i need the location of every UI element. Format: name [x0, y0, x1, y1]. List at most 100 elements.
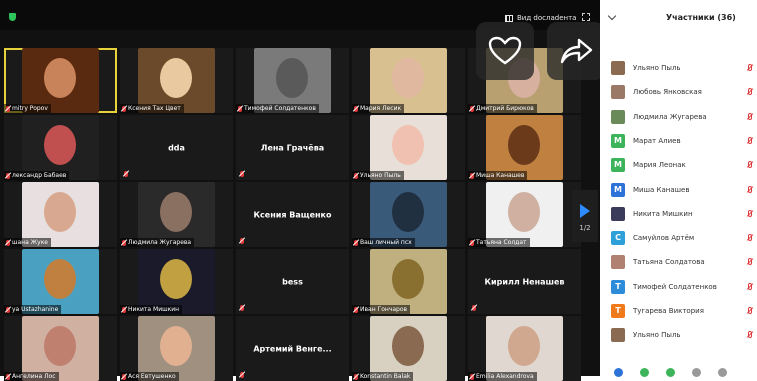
avatar: C [611, 231, 625, 246]
tile-name: Кирилл Ненашев [484, 277, 565, 286]
video-tile[interactable]: Ася Евтушенко [120, 316, 233, 381]
mic-muted-icon [122, 105, 126, 112]
tile-label-text: Ангелина Лос [12, 373, 56, 380]
video-tile[interactable]: Тимофей Солдатенков [236, 48, 349, 113]
mic-muted-icon [748, 88, 752, 96]
participant-face [44, 58, 76, 98]
video-tile[interactable]: mitry Popov [4, 48, 117, 113]
participant-face [160, 58, 192, 98]
video-tile[interactable]: Ксения Тах Цвет [120, 48, 233, 113]
share-button[interactable] [547, 22, 605, 80]
participant-face [276, 58, 308, 98]
participant-row[interactable]: T Тугарева Виктория [600, 299, 757, 323]
participant-row[interactable]: Людмила Жугарева [600, 105, 757, 129]
mic-muted-icon [354, 373, 358, 380]
mic-muted-icon [6, 172, 10, 179]
tile-label: Татьяна Солдат [468, 238, 530, 247]
tile-label: Мария Лесик [352, 104, 405, 113]
participant-face [392, 58, 424, 98]
avatar: T [611, 279, 625, 294]
participant-row[interactable]: Никита Мишкин [600, 202, 757, 226]
participant-face [392, 326, 424, 366]
mic-muted-icon [354, 105, 358, 112]
tile-name: Лена Грачёва [260, 143, 325, 152]
tile-label-text: Людмила Жугарева [128, 239, 192, 246]
page-count: 1/2 [579, 224, 591, 232]
video-tile[interactable]: Кирилл Ненашев [468, 249, 581, 314]
participant-row[interactable]: Ульяно Пыль [600, 56, 757, 80]
panel-footer [600, 366, 757, 377]
mic-muted-icon [354, 239, 358, 246]
avatar [611, 328, 625, 343]
page-navigator[interactable]: 1/2 [572, 190, 598, 242]
video-tile[interactable]: Иван Гончаров [352, 249, 465, 314]
video-tile[interactable]: Лена Грачёва [236, 115, 349, 180]
avatar: M [611, 158, 625, 173]
tile-label: ya Ustazhanine [4, 305, 62, 314]
mic-muted-icon [122, 373, 126, 380]
mic-muted-icon [748, 282, 752, 290]
avatar [611, 85, 625, 100]
video-tile[interactable]: Ульяно Пыль [352, 115, 465, 180]
participant-name: Тугарева Виктория [633, 307, 704, 315]
tile-label: Ася Евтушенко [120, 372, 179, 381]
participant-face [44, 125, 76, 165]
video-tile[interactable]: Emilia Alexandrova [468, 316, 581, 381]
tile-label: шана Жуке [4, 238, 52, 247]
video-tile[interactable]: ya Ustazhanine [4, 249, 117, 314]
video-tile[interactable]: Мария Лесик [352, 48, 465, 113]
tile-label: Ваш личный псх [352, 238, 415, 247]
tile-label: Миша Канашев [468, 171, 528, 180]
avatar: M [611, 133, 625, 148]
video-tile[interactable]: Ксения Ващенко [236, 182, 349, 247]
video-tile[interactable]: Артемий Венге... [236, 316, 349, 381]
tile-name: bess [282, 277, 303, 286]
video-tile[interactable]: Ваш личный псх [352, 182, 465, 247]
participant-name: Самуйлов Артём [633, 234, 695, 243]
chevron-down-icon[interactable] [607, 11, 617, 21]
tile-label-text: Emilia Alexandrova [476, 373, 534, 380]
participant-face [392, 192, 424, 232]
tile-label: Тимофей Солдатенков [236, 104, 319, 113]
participant-face [44, 192, 76, 232]
video-tile[interactable]: Миша Канашев [468, 115, 581, 180]
tile-name: Ксения Ващенко [253, 210, 332, 219]
participants-title: Участники (36) [666, 13, 736, 22]
next-page-icon[interactable] [580, 204, 590, 218]
video-tile[interactable]: Никита Мишкин [120, 249, 233, 314]
tile-name: dda [168, 143, 185, 152]
video-tile[interactable]: Людмила Жугарева [120, 182, 233, 247]
like-button[interactable] [476, 22, 534, 80]
tile-label-text: Иван Гончаров [360, 306, 408, 313]
participant-name: Миша Канашев [633, 185, 690, 194]
fullscreen-icon[interactable] [582, 13, 590, 21]
video-tile[interactable]: шана Жуке [4, 182, 117, 247]
participant-row[interactable]: Ульяно Пыль [600, 323, 757, 347]
mic-muted-icon [240, 171, 244, 177]
mic-muted-icon [238, 105, 242, 112]
shield-icon[interactable] [9, 13, 16, 21]
mic-muted-icon [748, 64, 752, 71]
tile-label-text: ya Ustazhanine [12, 306, 59, 313]
participant-row[interactable]: Татьяна Солдатова [600, 250, 757, 274]
video-tile[interactable]: Татьяна Солдат [468, 182, 581, 247]
mic-muted-icon [240, 238, 244, 244]
video-tile[interactable]: bess [236, 249, 349, 314]
video-tile[interactable]: Ангелина Лос [4, 316, 117, 381]
participant-row[interactable]: T Тимофей Солдатенков [600, 275, 757, 299]
video-tile[interactable]: dda [120, 115, 233, 180]
participant-face [392, 259, 424, 299]
avatar [611, 255, 625, 270]
tile-label: Никита Мишкин [120, 305, 183, 314]
participant-row[interactable]: M Марат Алиев [600, 129, 757, 153]
participant-row[interactable]: M Мария Леонак [600, 153, 757, 177]
participant-name: Марат Алиев [633, 136, 681, 145]
participant-row[interactable]: Любовь Янковская [600, 80, 757, 104]
participant-row[interactable]: M Миша Канашев [600, 178, 757, 202]
participant-name: Мария Леонак [633, 161, 686, 170]
participant-name: Тимофей Солдатенков [633, 282, 717, 291]
video-tile[interactable]: лександр Бабаев [4, 115, 117, 180]
video-tile[interactable]: Konstantin Balak [352, 316, 465, 381]
grid-icon [505, 14, 513, 22]
participant-row[interactable]: C Самуйлов Артём [600, 226, 757, 250]
